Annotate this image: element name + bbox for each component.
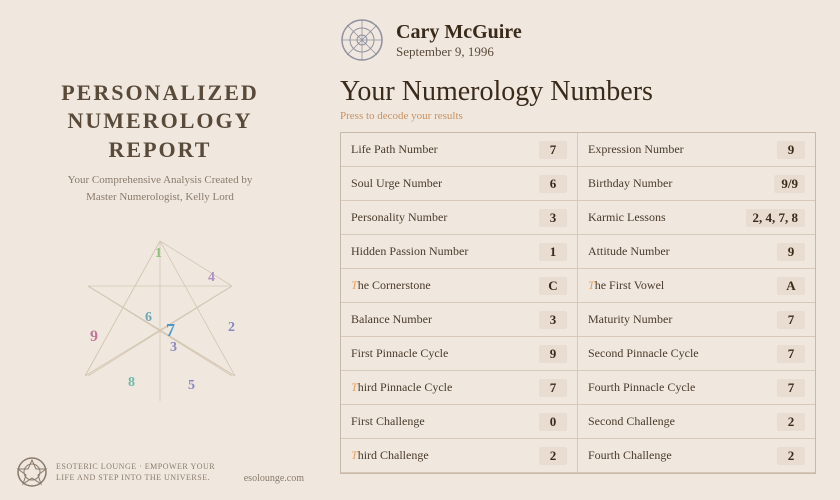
- number-label: Personality Number: [351, 210, 447, 225]
- number-label: Fourth Challenge: [588, 448, 672, 463]
- number-row[interactable]: Second Pinnacle Cycle 7: [578, 337, 815, 371]
- svg-text:3: 3: [170, 340, 177, 355]
- number-value: 7: [777, 379, 805, 397]
- number-value: 2, 4, 7, 8: [746, 209, 806, 227]
- number-row[interactable]: Maturity Number 7: [578, 303, 815, 337]
- number-row[interactable]: Birthday Number 9/9: [578, 167, 815, 201]
- number-value: 0: [539, 413, 567, 431]
- number-label: Hidden Passion Number: [351, 244, 468, 259]
- number-value: C: [539, 277, 567, 295]
- number-value: 2: [777, 413, 805, 431]
- number-row[interactable]: Fourth Challenge 2: [578, 439, 815, 473]
- number-label: Birthday Number: [588, 176, 672, 191]
- number-row[interactable]: The Cornerstone C: [341, 269, 578, 303]
- profile-header: Cary McGuire September 9, 1996: [340, 18, 816, 62]
- svg-text:1: 1: [155, 246, 162, 261]
- number-value: 7: [777, 345, 805, 363]
- number-row[interactable]: The First Vowel A: [578, 269, 815, 303]
- number-label: Maturity Number: [588, 312, 672, 327]
- number-value: 3: [539, 311, 567, 329]
- number-row[interactable]: Expression Number 9: [578, 133, 815, 167]
- number-row[interactable]: Second Challenge 2: [578, 405, 815, 439]
- svg-text:9: 9: [90, 328, 98, 345]
- svg-text:4: 4: [208, 270, 215, 285]
- number-label: The Cornerstone: [351, 278, 431, 293]
- svg-text:7: 7: [166, 320, 175, 340]
- number-value: 7: [777, 311, 805, 329]
- number-row[interactable]: Personality Number 3: [341, 201, 578, 235]
- number-label: Fourth Pinnacle Cycle: [588, 380, 695, 395]
- section-title: Your Numerology Numbers: [340, 76, 816, 108]
- section-subtitle: Press to decode your results: [340, 110, 816, 122]
- profile-name: Cary McGuire: [396, 21, 522, 44]
- number-row[interactable]: Fourth Pinnacle Cycle 7: [578, 371, 815, 405]
- number-value: 6: [539, 175, 567, 193]
- number-row[interactable]: Balance Number 3: [341, 303, 578, 337]
- number-label: Expression Number: [588, 142, 684, 157]
- number-label: First Pinnacle Cycle: [351, 346, 448, 361]
- number-label: Third Pinnacle Cycle: [351, 380, 452, 395]
- number-row[interactable]: Third Challenge 2: [341, 439, 578, 473]
- website-url: esolounge.com: [244, 473, 304, 484]
- brand-footer: ESOTERIC LOUNGE · EMPOWER YOURLIFE AND S…: [16, 456, 215, 488]
- svg-text:2: 2: [228, 320, 235, 335]
- number-label: Attitude Number: [588, 244, 670, 259]
- profile-info: Cary McGuire September 9, 1996: [396, 21, 522, 60]
- number-value: A: [777, 277, 805, 295]
- report-subtitle: Your Comprehensive Analysis Created by M…: [68, 172, 253, 205]
- esoteric-logo-icon: [16, 456, 48, 488]
- number-value: 9: [777, 141, 805, 159]
- number-value: 3: [539, 209, 567, 227]
- number-label: Second Pinnacle Cycle: [588, 346, 699, 361]
- number-value: 7: [539, 141, 567, 159]
- report-title: Personalized Numerology Report: [20, 79, 300, 165]
- number-label: Soul Urge Number: [351, 176, 442, 191]
- numbers-grid: Life Path Number 7 Expression Number 9 Soul …: [340, 132, 816, 474]
- number-label: Life Path Number: [351, 142, 438, 157]
- number-label: The First Vowel: [588, 278, 664, 293]
- number-row[interactable]: Karmic Lessons 2, 4, 7, 8: [578, 201, 815, 235]
- number-value: 1: [539, 243, 567, 261]
- numerology-star: 1 2 3 4 5 6 7 8 9: [60, 221, 260, 421]
- number-value: 9/9: [774, 175, 805, 193]
- number-row[interactable]: Soul Urge Number 6: [341, 167, 578, 201]
- number-row[interactable]: Hidden Passion Number 1: [341, 235, 578, 269]
- left-panel: Personalized Numerology Report Your Comp…: [0, 0, 320, 500]
- svg-text:8: 8: [128, 375, 135, 390]
- number-value: 9: [539, 345, 567, 363]
- profile-date: September 9, 1996: [396, 44, 522, 60]
- svg-text:5: 5: [188, 378, 195, 393]
- number-label: Balance Number: [351, 312, 432, 327]
- number-row[interactable]: Third Pinnacle Cycle 7: [341, 371, 578, 405]
- number-value: 7: [539, 379, 567, 397]
- right-panel: Cary McGuire September 9, 1996 Your Nume…: [320, 0, 840, 500]
- number-row[interactable]: First Challenge 0: [341, 405, 578, 439]
- brand-text: ESOTERIC LOUNGE · EMPOWER YOURLIFE AND S…: [56, 461, 215, 483]
- number-label: Second Challenge: [588, 414, 675, 429]
- number-label: Karmic Lessons: [588, 210, 666, 225]
- number-value: 2: [777, 447, 805, 465]
- number-label: Third Challenge: [351, 448, 429, 463]
- number-row[interactable]: Life Path Number 7: [341, 133, 578, 167]
- number-value: 9: [777, 243, 805, 261]
- profile-icon: [340, 18, 384, 62]
- number-row[interactable]: Attitude Number 9: [578, 235, 815, 269]
- svg-text:6: 6: [145, 310, 152, 325]
- number-label: First Challenge: [351, 414, 425, 429]
- number-row[interactable]: First Pinnacle Cycle 9: [341, 337, 578, 371]
- number-value: 2: [539, 447, 567, 465]
